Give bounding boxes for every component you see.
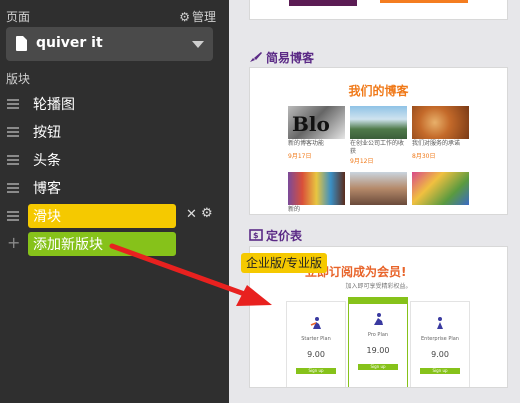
plan-tooltip: 企业版/专业版 bbox=[241, 253, 327, 273]
annotation-arrow bbox=[109, 243, 272, 306]
